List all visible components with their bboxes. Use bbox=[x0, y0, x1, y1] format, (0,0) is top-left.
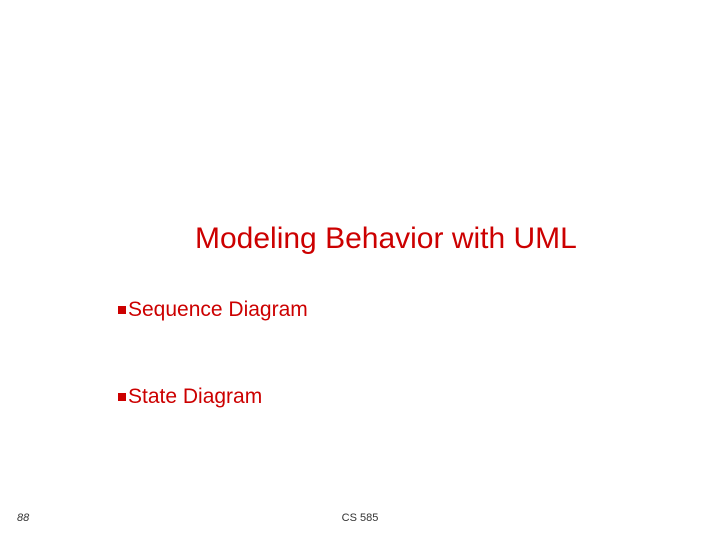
bullet-marker-icon bbox=[118, 393, 126, 401]
bullet-text: Sequence Diagram bbox=[128, 298, 308, 322]
footer-text: CS 585 bbox=[342, 512, 379, 524]
page-number: 88 bbox=[17, 512, 29, 524]
bullet-text: State Diagram bbox=[128, 385, 262, 409]
bullet-marker-icon bbox=[118, 306, 126, 314]
slide: Modeling Behavior with UML Sequence Diag… bbox=[0, 0, 720, 540]
bullet-item-1: Sequence Diagram bbox=[118, 298, 308, 322]
slide-title: Modeling Behavior with UML bbox=[195, 222, 577, 256]
bullet-item-2: State Diagram bbox=[118, 385, 262, 409]
